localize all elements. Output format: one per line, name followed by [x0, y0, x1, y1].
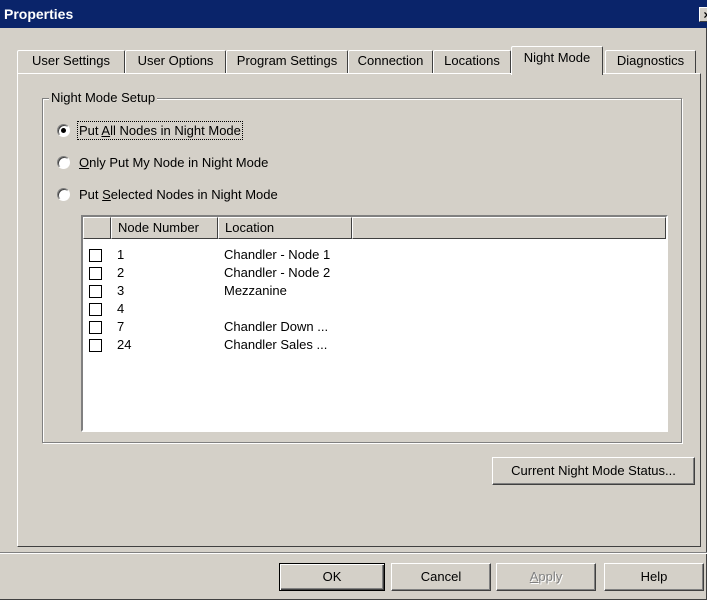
node-checkbox[interactable] — [89, 285, 102, 298]
node-row[interactable]: 1 Chandler - Node 1 — [83, 246, 666, 264]
tab-locations[interactable]: Locations — [433, 50, 511, 74]
column-header-location[interactable]: Location — [218, 217, 352, 239]
label-part: nly Put My Node in Night Mode — [89, 155, 269, 170]
help-button[interactable]: Help — [604, 563, 704, 591]
node-location: Chandler Down ... — [224, 319, 329, 334]
node-checkbox[interactable] — [89, 303, 102, 316]
node-number: 7 — [117, 319, 125, 334]
node-number: 2 — [117, 265, 125, 280]
node-location: Mezzanine — [224, 283, 287, 298]
properties-dialog: Properties × User Settings User Options … — [0, 0, 707, 600]
window-title: Properties — [4, 6, 74, 22]
apply-button[interactable]: Apply — [496, 563, 596, 591]
tab-label: Night Mode — [523, 50, 591, 65]
radio-label: Put Selected Nodes in Night Mode — [79, 187, 278, 202]
node-location: Chandler Sales ... — [224, 337, 328, 352]
node-list[interactable]: Node Number Location 1 Chandler - Node 1… — [81, 215, 668, 432]
radio-button-icon[interactable] — [57, 124, 70, 137]
night-mode-setup-group: Night Mode Setup Put All Nodes in Night … — [42, 90, 682, 443]
node-number: 4 — [117, 301, 125, 316]
tab-diagnostics[interactable]: Diagnostics — [605, 50, 696, 74]
node-location: Chandler - Node 2 — [224, 265, 331, 280]
column-header-node-number[interactable]: Node Number — [111, 217, 218, 239]
node-checkbox[interactable] — [89, 267, 102, 280]
night-mode-panel: Night Mode Setup Put All Nodes in Night … — [17, 73, 701, 547]
current-night-mode-status-button[interactable]: Current Night Mode Status... — [492, 457, 695, 485]
tab-label: Program Settings — [236, 53, 338, 68]
node-row[interactable]: 2 Chandler - Node 2 — [83, 264, 666, 282]
button-label-part: pply — [538, 569, 563, 584]
radio-dot-icon — [61, 128, 66, 133]
tab-program-settings[interactable]: Program Settings — [226, 50, 348, 74]
close-icon[interactable]: × — [699, 7, 707, 22]
node-row[interactable]: 24 Chandler Sales ... — [83, 336, 666, 354]
tab-label: User Settings — [31, 53, 111, 68]
label-part: elected Nodes in Night Mode — [110, 187, 278, 202]
label-part: ll Nodes in Night Mode — [110, 123, 241, 138]
accelerator-key: S — [102, 187, 111, 202]
node-checkbox[interactable] — [89, 249, 102, 262]
tab-label: Diagnostics — [616, 53, 685, 68]
tab-night-mode[interactable]: Night Mode — [511, 46, 603, 75]
node-row[interactable]: 3 Mezzanine — [83, 282, 666, 300]
label-part: Put — [79, 187, 103, 202]
cancel-button[interactable]: Cancel — [391, 563, 491, 591]
node-checkbox[interactable] — [89, 339, 102, 352]
title-bar[interactable]: Properties × — [0, 0, 707, 28]
node-row[interactable]: 7 Chandler Down ... — [83, 318, 666, 336]
tab-label: User Options — [137, 53, 214, 68]
radio-label: Only Put My Node in Night Mode — [79, 155, 268, 170]
accelerator-key: O — [79, 155, 90, 170]
tab-label: Locations — [444, 53, 500, 68]
column-header-check[interactable] — [83, 217, 111, 239]
label-part: Put — [79, 123, 102, 138]
node-location: Chandler - Node 1 — [224, 247, 331, 262]
radio-label: Put All Nodes in Night Mode — [77, 121, 243, 140]
column-header-filler — [352, 217, 666, 239]
node-number: 1 — [117, 247, 125, 262]
node-number: 24 — [117, 337, 132, 352]
node-checkbox[interactable] — [89, 321, 102, 334]
accelerator-key: A — [101, 123, 111, 138]
tab-strip: User Settings User Options Program Setti… — [17, 46, 707, 75]
node-row[interactable]: 4 — [83, 300, 666, 318]
tab-label: Connection — [357, 53, 424, 68]
node-number: 3 — [117, 283, 125, 298]
tab-user-options[interactable]: User Options — [125, 50, 226, 74]
node-list-header: Node Number Location — [83, 217, 666, 239]
ok-button[interactable]: OK — [279, 563, 385, 591]
footer-separator — [0, 552, 707, 554]
radio-button-icon[interactable] — [57, 188, 70, 201]
group-legend: Night Mode Setup — [49, 90, 158, 105]
tab-user-settings[interactable]: User Settings — [17, 50, 125, 74]
radio-button-icon[interactable] — [57, 156, 70, 169]
tab-connection[interactable]: Connection — [348, 50, 433, 74]
